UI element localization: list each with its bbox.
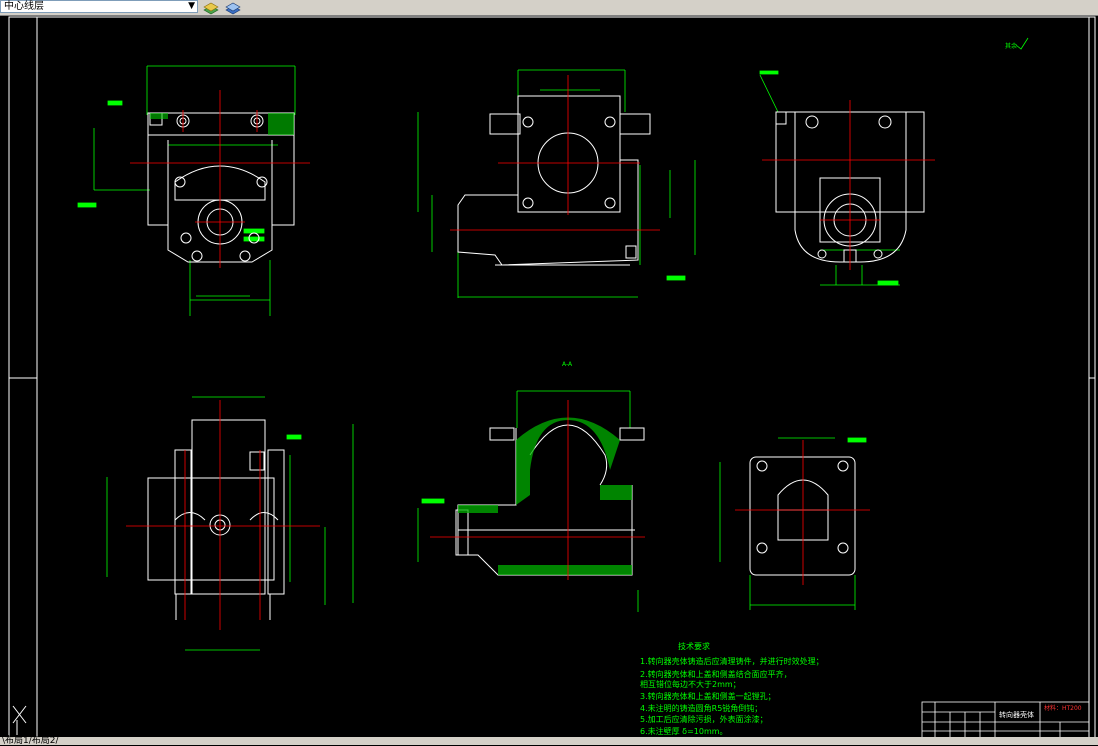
view-front <box>77 65 310 316</box>
tech-line-4: 3.转向器壳体和上盖和侧盖一起镗孔； <box>640 691 776 701</box>
view-cover <box>719 437 870 610</box>
title-block: 转向器壳体 材料：HT200 <box>921 701 1090 741</box>
tech-line-1: 1.转向器壳体铸造后应清理铸件，并进行时效处理； <box>640 656 824 666</box>
view-side <box>417 69 696 298</box>
layer-previous-icon <box>225 2 241 15</box>
ucs-icon <box>12 705 27 735</box>
tech-line-6: 5.加工后应清除污损，外表面涂漆； <box>640 714 768 724</box>
view-section-aa <box>417 390 645 612</box>
tech-line-3: 相互错位每边不大于2mm； <box>640 679 741 689</box>
roughness-note: 其余 <box>1005 42 1017 50</box>
layer-states-button[interactable] <box>202 0 220 15</box>
layer-previous-button[interactable] <box>224 0 242 15</box>
status-bar <box>0 737 1098 745</box>
chevron-down-icon: ▼ <box>188 1 195 11</box>
technical-requirements: 技术要求 1.转向器壳体铸造后应清理铸件，并进行时效处理； 2.转向器壳体和上盖… <box>640 641 824 736</box>
tech-line-5: 4.未注明的铸造圆角R5锐角倒钝； <box>640 703 762 713</box>
model-space-canvas[interactable]: 其余 A-A 技术要求 1.转向器壳体铸造后应清理铸件，并进行时效处理； 2.转… <box>0 16 1098 745</box>
layer-states-icon <box>203 2 219 15</box>
tech-line-7: 6.未注壁厚 δ=10mm。 <box>640 726 728 736</box>
cad-drawing: 其余 A-A 技术要求 1.转向器壳体铸造后应清理铸件，并进行时效处理； 2.转… <box>8 16 1096 744</box>
tech-line-2: 2.转向器壳体和上盖和侧盖结合面应平齐， <box>640 669 792 679</box>
material: 材料：HT200 <box>1044 704 1082 712</box>
drawing-frame <box>8 16 1096 744</box>
layout-tabs[interactable]: \布局1/布局2/ <box>2 737 59 746</box>
part-name: 转向器壳体 <box>999 710 1034 719</box>
layer-dropdown[interactable]: 中心线层 ▼ <box>0 0 198 13</box>
view-bottom <box>106 396 354 651</box>
layers-toolbar: 中心线层 ▼ <box>0 0 1098 16</box>
layer-dropdown-value: 中心线层 <box>4 1 44 12</box>
view-end <box>759 70 935 286</box>
section-label: A-A <box>562 361 573 368</box>
tech-title: 技术要求 <box>678 641 710 651</box>
